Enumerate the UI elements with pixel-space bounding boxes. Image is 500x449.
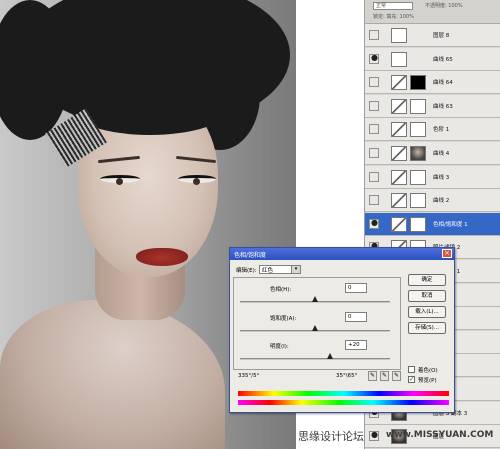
save-button[interactable]: 存储(S)... [408,322,446,334]
layer-row[interactable]: 曲线 4 [365,142,500,165]
range-left-readout: 335°/5° [238,373,260,379]
layer-thumbnail[interactable] [391,98,407,114]
saturation-input[interactable]: 0 [345,312,367,322]
eye-icon[interactable] [369,30,379,40]
photo-left-eye [100,175,140,185]
preview-checkbox[interactable] [408,375,415,383]
photo-lips [136,248,188,266]
layer-row[interactable]: 曲线 2 [365,189,500,213]
dialog-title: 色相/饱和度 [234,252,267,259]
watermark-text: 思缘设计论坛 [298,430,364,443]
layer-thumbnail[interactable] [391,169,407,185]
layer-thumbnail[interactable] [391,51,407,67]
eye-icon[interactable] [369,195,379,206]
layer-row[interactable]: 曲线 3 [365,165,500,189]
layer-name: 曲线 2 [433,198,450,205]
lightness-slider-thumb[interactable] [327,353,333,359]
saturation-label: 饱和度(A): [270,316,297,322]
layer-row[interactable]: 曲线 64 [365,71,500,95]
layer-name: 曲线 65 [433,56,453,63]
layer-thumbnail[interactable] [391,216,407,232]
watermark: 思缘设计论坛 www.MISSYUAN.COM [298,426,500,444]
photo-right-eye [178,175,216,185]
color-spectrum-bar [238,391,449,396]
layer-thumbnail[interactable] [391,28,407,43]
hue-input[interactable]: 0 [345,283,367,293]
layer-row[interactable]: 图层 8 [365,24,500,47]
layer-mask-thumbnail[interactable] [410,216,426,232]
colorize-label: 着色(O) [418,368,438,374]
eye-icon[interactable] [369,100,379,111]
load-button[interactable]: 载入(L)... [408,306,446,318]
layers-toolbar: 正常 不透明度: 100% 锁定: 填充: 100% [365,0,500,24]
blend-mode-select[interactable]: 正常 [373,2,413,10]
layer-mask-thumbnail[interactable] [410,193,426,209]
eye-icon[interactable] [369,148,379,158]
dialog-titlebar[interactable]: 色相/饱和度 × [230,248,454,260]
eyedropper-icon[interactable]: ✎ [368,371,377,381]
chevron-down-icon[interactable]: ▾ [291,266,300,273]
eye-icon[interactable] [369,124,379,135]
layer-thumbnail[interactable] [391,75,407,91]
range-right-readout: 35°\65° [336,373,358,379]
preview-label: 预览(P) [418,378,437,384]
adjusted-spectrum-bar[interactable] [238,400,449,405]
opacity-field[interactable]: 不透明度: 100% [425,2,495,10]
eye-icon[interactable] [369,171,379,182]
lightness-label: 明度(I): [270,344,289,350]
adjust-groupbox [233,277,401,370]
layer-name: 色阶 1 [433,127,450,134]
layer-mask-thumbnail[interactable] [410,146,426,161]
layer-name: 图层 8 [433,33,450,39]
hue-saturation-dialog: 色相/饱和度 × 编辑(E): 红色 ▾ 色相(H): 0 饱和度(A): 0 … [229,247,455,413]
layer-row[interactable]: 色阶 1 [365,118,500,142]
layer-thumbnail[interactable] [391,122,407,138]
layer-row[interactable]: 色相/饱和度 1 [365,212,500,236]
eye-icon[interactable] [369,218,379,229]
eye-icon[interactable] [369,53,379,64]
layer-mask-thumbnail[interactable] [410,122,426,138]
ok-button[interactable]: 确定 [408,274,446,286]
edit-channel-select[interactable]: 红色 ▾ [259,265,301,274]
layer-mask-thumbnail[interactable] [410,169,426,185]
eye-icon[interactable] [369,77,379,88]
saturation-slider-thumb[interactable] [312,325,318,331]
eyedropper-plus-icon[interactable]: ✎ [380,371,389,381]
lightness-input[interactable]: +20 [345,340,367,350]
layer-name: 曲线 4 [433,151,450,157]
layer-thumbnail[interactable] [391,193,407,209]
cancel-button[interactable]: 取消 [408,290,446,302]
layer-row[interactable]: 曲线 65 [365,47,500,71]
edit-channel-value: 红色 [262,268,274,274]
layer-name: 曲线 64 [433,80,453,87]
layer-name: 曲线 63 [433,103,453,110]
close-icon[interactable]: × [442,249,452,258]
watermark-url: www.MISSYUAN.COM [386,430,494,440]
lock-fill-row[interactable]: 锁定: 填充: 100% [373,13,498,21]
eyedropper-minus-icon[interactable]: ✎ [392,371,401,381]
layer-name: 色相/饱和度 1 [433,221,468,228]
layer-mask-thumbnail[interactable] [410,75,426,91]
layer-row[interactable]: 曲线 63 [365,94,500,118]
layer-thumbnail[interactable] [391,146,407,161]
colorize-checkbox[interactable] [408,366,415,373]
hue-slider-thumb[interactable] [312,296,318,302]
edit-label: 编辑(E): [236,268,257,274]
hue-label: 色相(H): [270,287,292,293]
layer-name: 曲线 3 [433,174,450,181]
lightness-slider-track[interactable] [240,358,390,360]
layer-mask-thumbnail[interactable] [410,98,426,114]
